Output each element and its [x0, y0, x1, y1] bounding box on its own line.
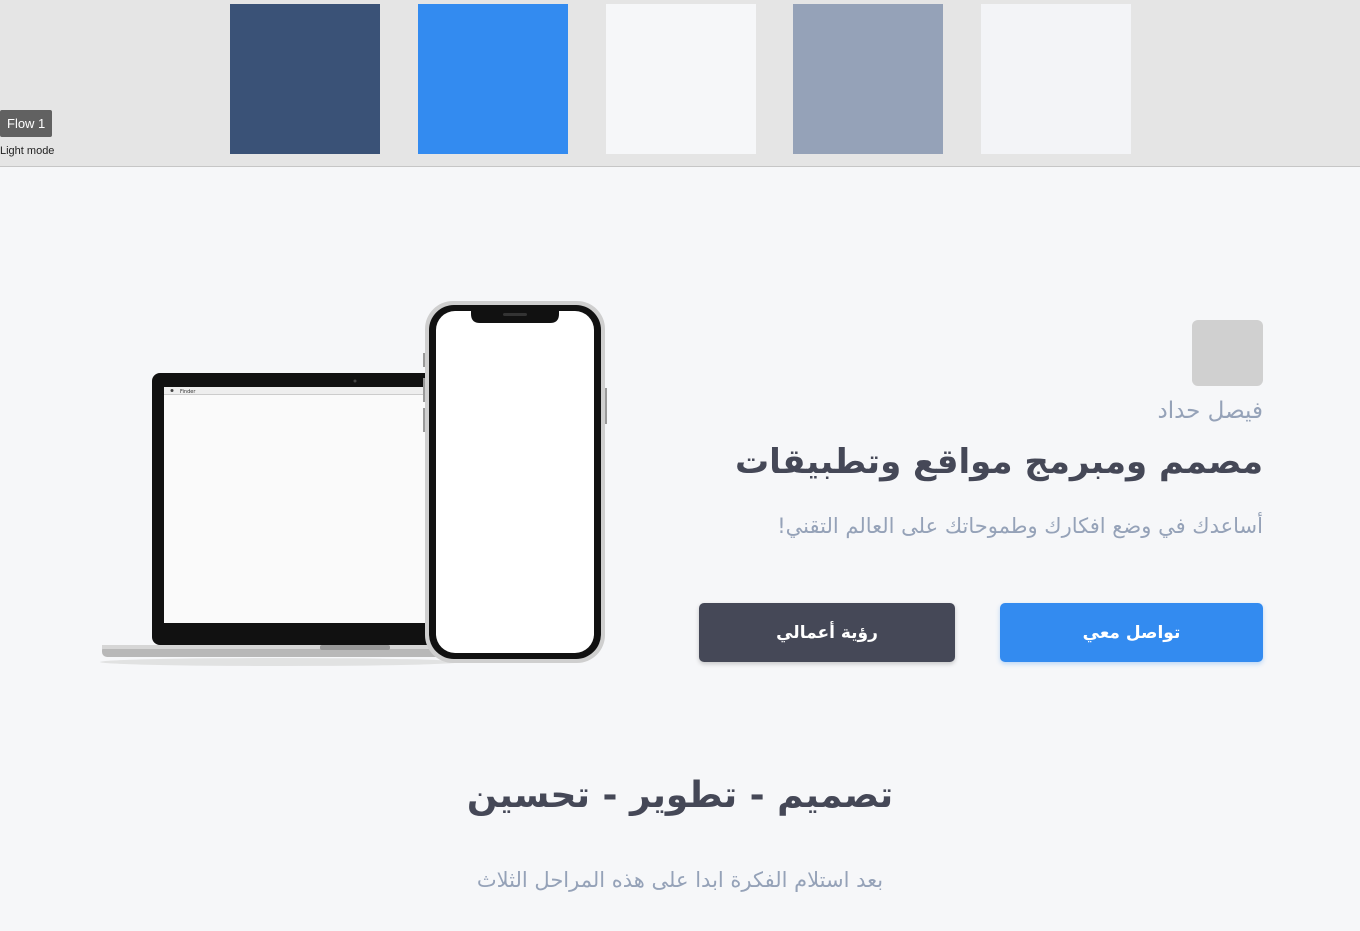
color-swatch-blue[interactable]: [418, 4, 568, 154]
services-subtitle: بعد استلام الفكرة ابدا على هذه المراحل ا…: [476, 868, 884, 892]
flow-tag[interactable]: Flow 1: [0, 110, 53, 137]
hero-content: فيصل حداد مصمم ومبرمج مواقع وتطبيقات أسا…: [640, 320, 1263, 670]
color-swatch-slate[interactable]: [793, 4, 943, 154]
services-title: تصميم - تطوير - تحسين: [466, 775, 894, 816]
phone-mockup: [423, 301, 607, 663]
hero-subtitle: أساعدك في وضع افكارك وطموحاتك على العالم…: [777, 514, 1263, 538]
finder-label: Finder: [180, 389, 196, 395]
color-swatch-off-white[interactable]: [606, 4, 756, 154]
color-swatch-navy[interactable]: [230, 4, 380, 154]
logo-placeholder: [1192, 320, 1263, 386]
apple-icon: [170, 389, 174, 392]
portfolio-button[interactable]: رؤية أعمالي: [699, 603, 955, 662]
devices-mockup: Finder: [100, 301, 607, 666]
contact-button[interactable]: تواصل معي: [1000, 603, 1263, 662]
color-swatch-light-gray[interactable]: [981, 4, 1131, 154]
canvas-toolbar: Flow 1 Light mode: [0, 0, 1360, 167]
hero-title: مصمم ومبرمج مواقع وتطبيقات: [735, 442, 1263, 482]
author-name: فيصل حداد: [1157, 398, 1263, 424]
laptop-mockup: Finder: [100, 373, 460, 666]
frame-mode-label: Light mode: [0, 145, 55, 157]
